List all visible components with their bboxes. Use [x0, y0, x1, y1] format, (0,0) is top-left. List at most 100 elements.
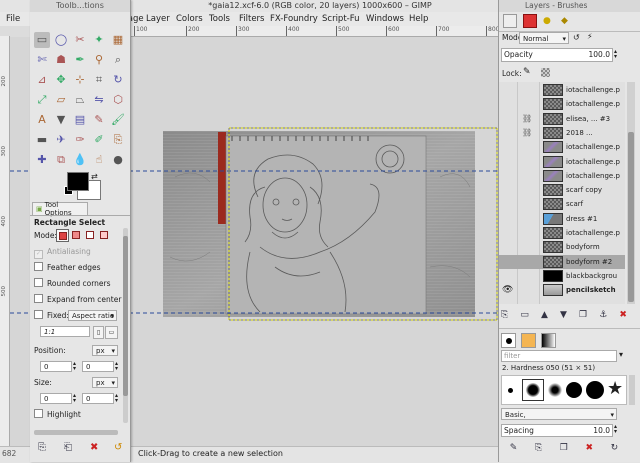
- fg-bg-colors[interactable]: ⇄: [63, 172, 103, 202]
- ratio-input[interactable]: 1:1: [40, 326, 90, 337]
- mode-intersect-button[interactable]: [98, 229, 109, 240]
- clone-icon[interactable]: ⎘: [110, 132, 126, 148]
- move-icon[interactable]: ✥: [53, 72, 69, 88]
- spin-arrows-icon[interactable]: ▴ ▾: [115, 393, 118, 404]
- raise-layer-icon[interactable]: ▲: [541, 310, 548, 324]
- scale-icon[interactable]: ⤢: [34, 92, 50, 108]
- size-h-input[interactable]: 0: [82, 393, 114, 404]
- tab-gradients-icon[interactable]: [541, 333, 556, 348]
- free-select-icon[interactable]: ✂: [72, 32, 88, 48]
- mode-add-button[interactable]: [70, 229, 81, 240]
- zoom-icon[interactable]: ⌕: [110, 52, 126, 68]
- feather-edges-checkbox[interactable]: Feather edges: [34, 262, 101, 274]
- blend-icon[interactable]: ▤: [72, 112, 88, 128]
- spin-arrows-icon[interactable]: ▴ ▾: [614, 49, 617, 60]
- shear-icon[interactable]: ▱: [53, 92, 69, 108]
- airbrush-icon[interactable]: ✈: [53, 132, 69, 148]
- text-icon[interactable]: A: [34, 112, 50, 128]
- spin-arrows-icon[interactable]: ▴ ▾: [73, 361, 76, 372]
- foreground-select-icon[interactable]: ☗: [53, 52, 69, 68]
- new-layer-icon[interactable]: ⎘: [501, 310, 508, 324]
- fixed-checkbox[interactable]: Fixed:: [34, 310, 69, 322]
- brush-filter-input[interactable]: filter: [501, 350, 617, 362]
- lower-layer-icon[interactable]: ▼: [560, 310, 567, 324]
- layer-row[interactable]: bodyform: [499, 240, 625, 254]
- swap-colors-icon[interactable]: ⇄: [91, 172, 98, 181]
- highlight-checkbox[interactable]: Highlight: [34, 409, 81, 421]
- options-scrollbar[interactable]: [123, 228, 128, 423]
- menu-script-fu[interactable]: Script-Fu: [322, 12, 360, 26]
- fuzzy-select-icon[interactable]: ✦: [91, 32, 107, 48]
- tab-paths-icon[interactable]: ◆: [561, 15, 573, 27]
- ink-icon[interactable]: ✑: [72, 132, 88, 148]
- brush-item[interactable]: [586, 381, 604, 399]
- layer-row[interactable]: blackbackgrou: [499, 269, 625, 283]
- restore-options-icon[interactable]: ⎗: [64, 442, 72, 453]
- refresh-brushes-icon[interactable]: ↻: [611, 443, 619, 457]
- position-x-input[interactable]: 0: [40, 361, 72, 372]
- size-w-input[interactable]: 0: [40, 393, 72, 404]
- menu-file[interactable]: File: [6, 12, 20, 26]
- heal-icon[interactable]: ✚: [34, 152, 50, 168]
- rotate-icon[interactable]: ↻: [110, 72, 126, 88]
- chain-link-icon[interactable]: ⛓: [522, 126, 532, 140]
- layer-row[interactable]: iotachallenge.p: [499, 155, 625, 169]
- tab-channels-icon[interactable]: ●: [543, 15, 555, 27]
- brush-item[interactable]: [508, 388, 513, 393]
- star-brush-icon[interactable]: ★: [607, 379, 623, 399]
- reset-mode-icon[interactable]: ↺: [573, 33, 580, 42]
- size-unit-select[interactable]: px ▾: [92, 377, 118, 388]
- tab-brushes-icon[interactable]: [501, 333, 516, 348]
- layer-row[interactable]: ⛓ elisea, ... #3: [499, 112, 625, 126]
- tab-layers-icon[interactable]: [523, 14, 537, 28]
- ellipse-select-icon[interactable]: ◯: [53, 32, 69, 48]
- expand-from-center-checkbox[interactable]: Expand from center: [34, 294, 121, 306]
- menu-help[interactable]: Help: [409, 12, 428, 26]
- save-options-icon[interactable]: ⎘: [38, 442, 46, 453]
- perspective-clone-icon[interactable]: ⧉: [53, 152, 69, 168]
- menu-windows[interactable]: Windows: [366, 12, 404, 26]
- rect-select-icon[interactable]: ▭: [34, 32, 50, 48]
- bucket-fill-icon[interactable]: ▼: [53, 112, 69, 128]
- layer-row[interactable]: iotachallenge.p: [499, 83, 625, 97]
- landscape-icon[interactable]: ▭: [105, 326, 118, 339]
- layer-scrollbar[interactable]: [627, 82, 635, 304]
- cage-icon[interactable]: ⬡: [110, 92, 126, 108]
- select-by-color-icon[interactable]: ▦: [110, 32, 126, 48]
- lock-alpha-icon[interactable]: [541, 68, 550, 77]
- reset-options-icon[interactable]: ↺: [114, 442, 122, 453]
- position-y-input[interactable]: 0: [82, 361, 114, 372]
- eraser-icon[interactable]: ▬: [34, 132, 50, 148]
- layer-row[interactable]: iotachallenge.p: [499, 169, 625, 183]
- layer-list[interactable]: iotachallenge.p iotachallenge.p ⛓ elisea, .…: [499, 82, 625, 304]
- paths-icon[interactable]: ✒: [72, 52, 88, 68]
- layer-row[interactable]: iotachallenge.p: [499, 140, 625, 154]
- brush-item[interactable]: [566, 382, 582, 398]
- delete-brush-icon[interactable]: ✖: [585, 443, 593, 457]
- mode-replace-button[interactable]: [56, 229, 69, 242]
- layer-row[interactable]: scarf copy: [499, 183, 625, 197]
- layer-row[interactable]: iotachallenge.p: [499, 97, 625, 111]
- lock-pixels-icon[interactable]: ✎: [523, 67, 531, 77]
- tab-tool-options[interactable]: ▣ Tool Options: [32, 201, 88, 217]
- scissors-select-icon[interactable]: ✄: [34, 52, 50, 68]
- measure-icon[interactable]: ⊿: [34, 72, 50, 88]
- brush-item[interactable]: [548, 383, 562, 397]
- selected-brush[interactable]: [522, 379, 544, 401]
- layer-row[interactable]: dress #1: [499, 212, 625, 226]
- layer-row[interactable]: 👁 pencilsketch: [499, 283, 625, 297]
- flip-icon[interactable]: ⇋: [91, 92, 107, 108]
- color-picker-icon[interactable]: ⚲: [91, 52, 107, 68]
- brush-scrollbar[interactable]: [629, 375, 635, 405]
- layer-group-icon[interactable]: ▭: [520, 310, 529, 324]
- chevron-down-icon[interactable]: ▾: [619, 350, 623, 359]
- brush-grid[interactable]: ★: [501, 375, 627, 405]
- tab-layers-stack-icon[interactable]: [503, 14, 517, 28]
- delete-options-icon[interactable]: ✖: [90, 442, 98, 453]
- spin-arrows-icon[interactable]: ▴ ▾: [73, 393, 76, 404]
- dodge-burn-icon[interactable]: ●: [110, 152, 126, 168]
- duplicate-brush-icon[interactable]: ❐: [560, 443, 568, 457]
- paintbrush-icon[interactable]: 🖌: [110, 112, 126, 128]
- layer-row[interactable]: scarf: [499, 197, 625, 211]
- anchor-layer-icon[interactable]: ⚓: [599, 310, 607, 324]
